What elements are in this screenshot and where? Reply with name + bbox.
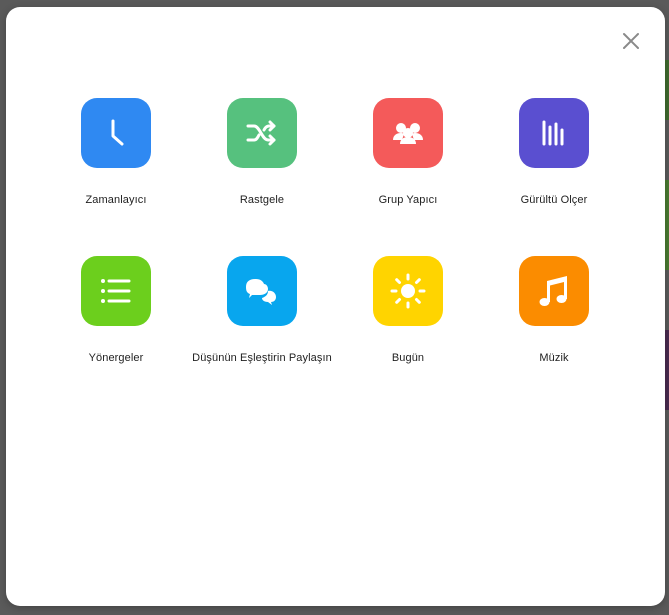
tool-label: Grup Yapıcı bbox=[378, 194, 438, 206]
tool-tile[interactable] bbox=[227, 256, 297, 326]
tool-label: Müzik bbox=[539, 352, 569, 364]
list-icon bbox=[101, 279, 131, 303]
tool-group-maker[interactable]: Grup Yapıcı bbox=[335, 98, 481, 256]
tool-label: Yönergeler bbox=[88, 352, 144, 364]
tool-today[interactable]: Bugün bbox=[335, 256, 481, 414]
music-note-icon bbox=[539, 276, 567, 306]
tool-label: Düşünün Eşleştirin Paylaşın bbox=[192, 352, 332, 364]
tool-tile[interactable] bbox=[519, 98, 589, 168]
tool-tile[interactable] bbox=[373, 98, 443, 168]
tool-grid: Zamanlayıcı Rastgele Grup Yapıcı Gürültü… bbox=[43, 98, 627, 414]
shuffle-icon bbox=[246, 120, 276, 146]
sun-icon bbox=[390, 273, 426, 309]
clock-icon bbox=[111, 119, 124, 146]
tool-music[interactable]: Müzik bbox=[481, 256, 627, 414]
close-icon bbox=[623, 33, 639, 49]
close-button[interactable] bbox=[619, 29, 643, 53]
tool-tile[interactable] bbox=[373, 256, 443, 326]
tool-tile[interactable] bbox=[81, 256, 151, 326]
speech-bubbles-icon bbox=[246, 279, 276, 305]
tool-directions[interactable]: Yönergeler bbox=[43, 256, 189, 414]
tool-label: Zamanlayıcı bbox=[85, 194, 147, 206]
tool-timer[interactable]: Zamanlayıcı bbox=[43, 98, 189, 256]
tool-random[interactable]: Rastgele bbox=[189, 98, 335, 256]
tool-label: Bugün bbox=[391, 352, 425, 364]
tool-noise-meter[interactable]: Gürültü Olçer bbox=[481, 98, 627, 256]
tool-think-pair-share[interactable]: Düşünün Eşleştirin Paylaşın bbox=[189, 256, 335, 414]
group-people-icon bbox=[393, 123, 423, 144]
tool-label: Rastgele bbox=[239, 194, 285, 206]
toolkit-modal: Zamanlayıcı Rastgele Grup Yapıcı Gürültü… bbox=[6, 7, 665, 606]
tool-tile[interactable] bbox=[519, 256, 589, 326]
tool-label: Gürültü Olçer bbox=[520, 194, 588, 206]
tool-tile[interactable] bbox=[227, 98, 297, 168]
tool-tile[interactable] bbox=[81, 98, 151, 168]
sound-bars-icon bbox=[542, 120, 564, 146]
